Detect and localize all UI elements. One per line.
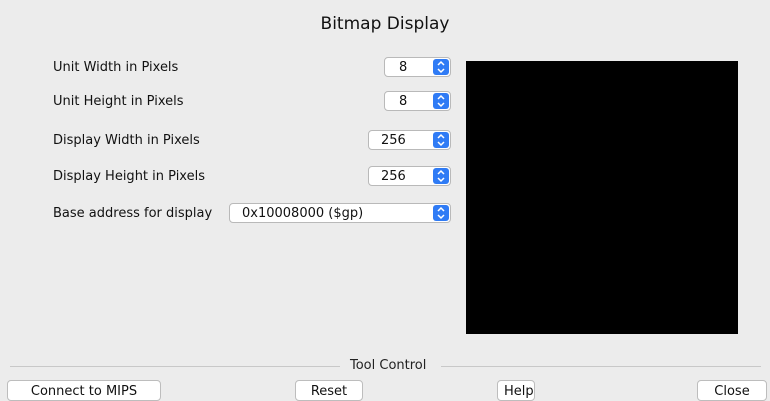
window-title: Bitmap Display — [320, 14, 450, 34]
chevron-up-down-icon — [433, 168, 449, 184]
base-address-label: Base address for display — [53, 206, 213, 221]
tool-control-divider-right — [441, 366, 761, 367]
unit-height-select[interactable]: 8 — [384, 91, 451, 111]
base-address-row: Base address for display 0x10008000 ($gp… — [53, 203, 453, 225]
display-height-value: 256 — [381, 169, 406, 184]
chevron-up-down-icon — [433, 93, 449, 109]
unit-height-row: Unit Height in Pixels 8 — [53, 91, 453, 113]
base-address-select[interactable]: 0x10008000 ($gp) — [229, 203, 451, 223]
unit-width-row: Unit Width in Pixels 8 — [53, 57, 453, 79]
chevron-up-down-icon — [433, 59, 449, 75]
unit-height-value: 8 — [399, 94, 408, 109]
display-width-row: Display Width in Pixels 256 — [53, 130, 453, 152]
tool-control-title: Tool Control — [350, 358, 427, 373]
connect-to-mips-button[interactable]: Connect to MIPS — [7, 380, 161, 401]
unit-width-label: Unit Width in Pixels — [53, 60, 179, 75]
display-width-select[interactable]: 256 — [368, 130, 451, 150]
display-height-row: Display Height in Pixels 256 — [53, 166, 453, 188]
display-height-label: Display Height in Pixels — [53, 169, 205, 184]
bitmap-canvas — [466, 61, 738, 334]
tool-control-divider-left — [10, 366, 340, 367]
unit-width-value: 8 — [399, 60, 408, 75]
display-width-label: Display Width in Pixels — [53, 133, 200, 148]
close-button[interactable]: Close — [697, 380, 767, 401]
reset-button[interactable]: Reset — [295, 380, 363, 401]
chevron-up-down-icon — [433, 132, 449, 148]
display-width-value: 256 — [381, 133, 406, 148]
unit-height-label: Unit Height in Pixels — [53, 94, 184, 109]
base-address-value: 0x10008000 ($gp) — [242, 206, 364, 221]
chevron-up-down-icon — [433, 205, 449, 221]
display-height-select[interactable]: 256 — [368, 166, 451, 186]
unit-width-select[interactable]: 8 — [384, 57, 451, 77]
help-button[interactable]: Help — [497, 380, 535, 401]
